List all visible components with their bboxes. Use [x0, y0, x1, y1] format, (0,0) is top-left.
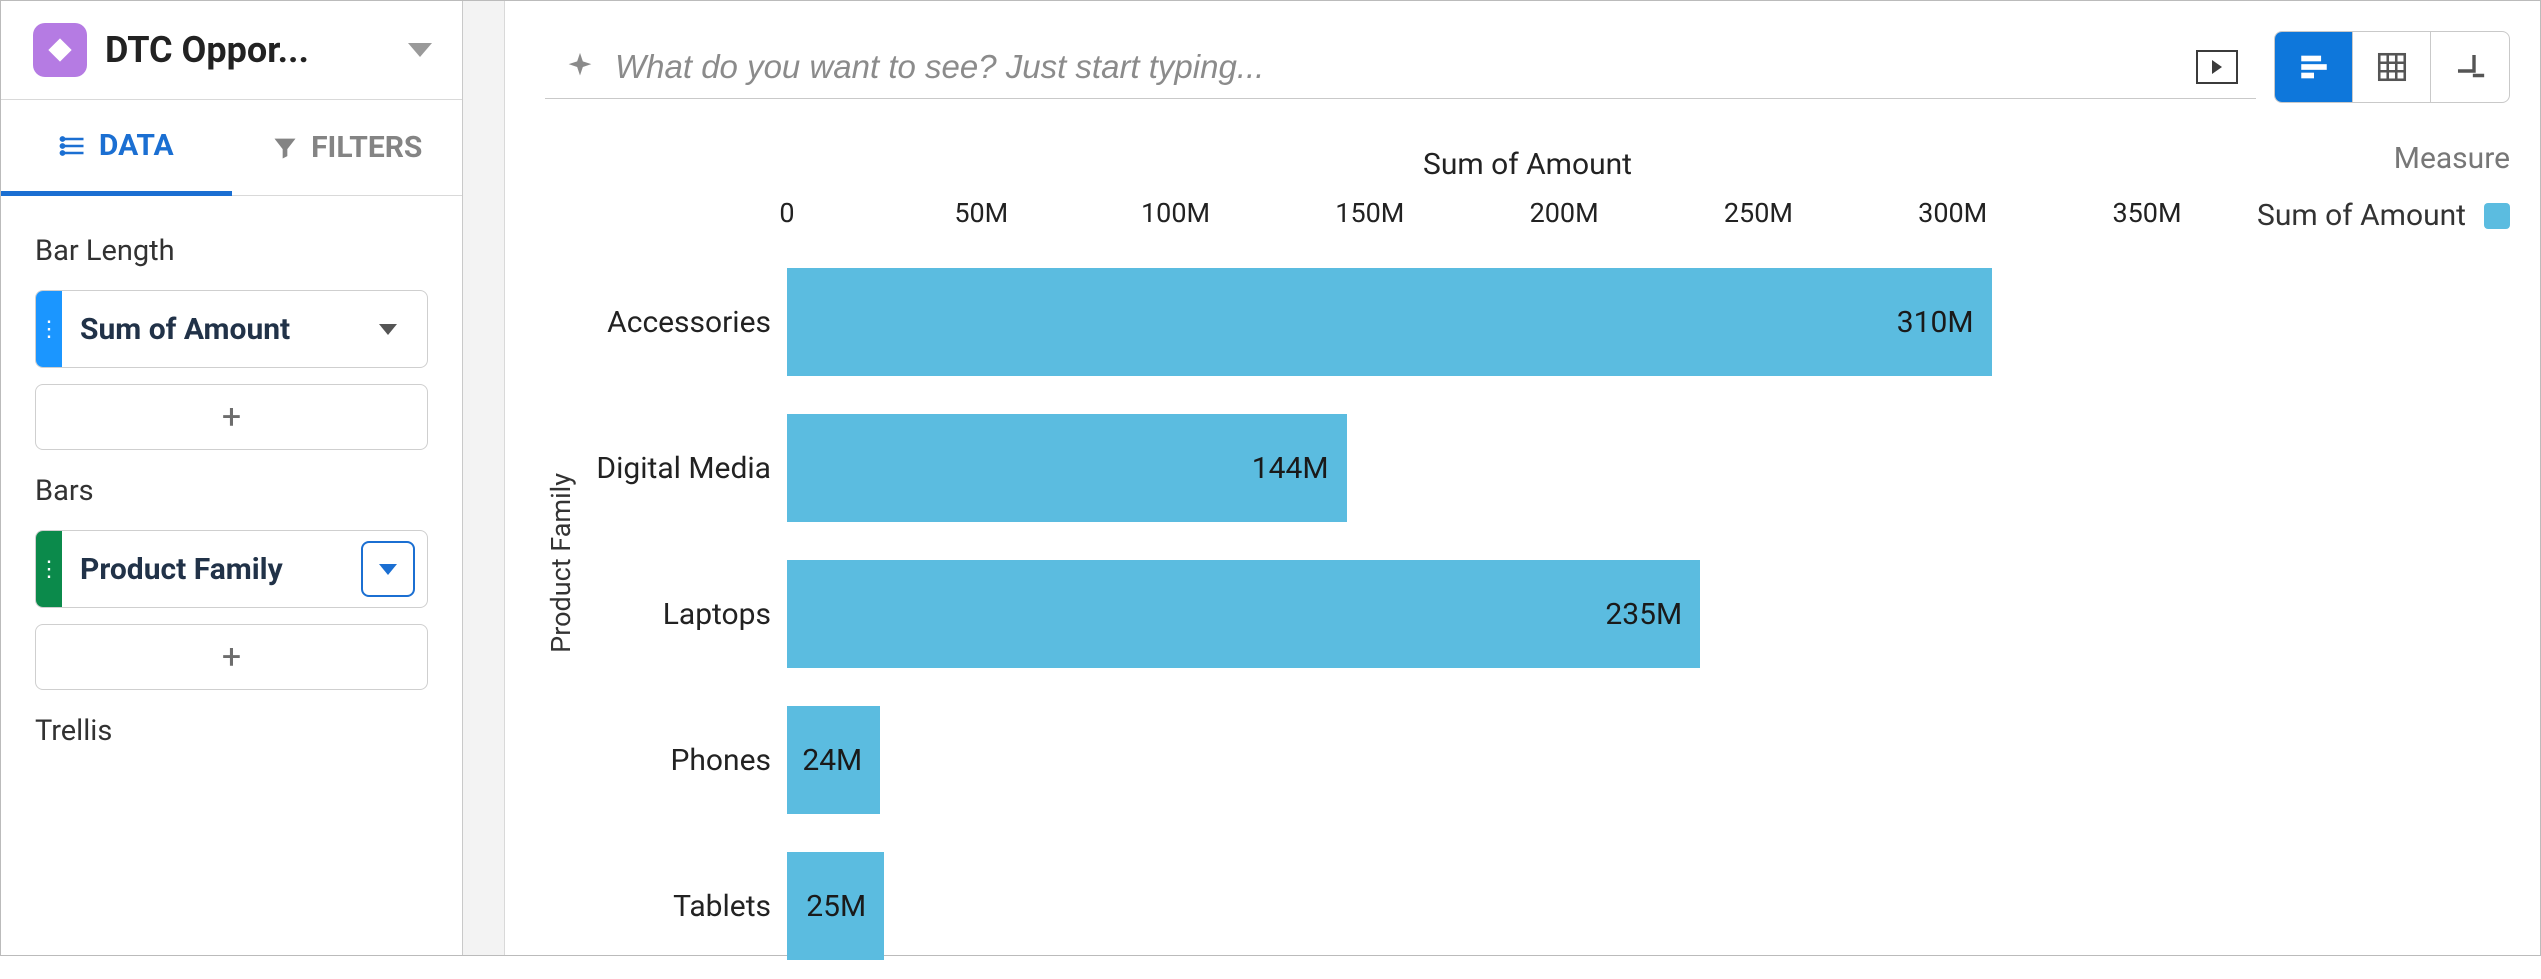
sidebar-gutter — [463, 1, 505, 955]
bar[interactable]: 24M — [787, 706, 880, 814]
bar-row: 235M — [787, 541, 2147, 687]
chart-mode-button[interactable] — [2275, 32, 2353, 102]
measure-pill-menu[interactable] — [361, 301, 415, 357]
bar-row: 25M — [787, 833, 2147, 979]
dimension-pill[interactable]: ⋮ Product Family — [35, 530, 428, 608]
x-tick: 350M — [2112, 197, 2181, 229]
category-label: Laptops — [587, 541, 787, 687]
category-axis: AccessoriesDigital MediaLaptopsPhonesTab… — [587, 147, 787, 979]
x-tick: 300M — [1918, 197, 1987, 229]
query-input[interactable] — [615, 48, 2196, 86]
bar[interactable]: 310M — [787, 268, 1992, 376]
bars-label: Bars — [35, 474, 428, 508]
x-tick: 250M — [1724, 197, 1793, 229]
tab-filters[interactable]: FILTERS — [232, 100, 463, 195]
bar[interactable]: 144M — [787, 414, 1347, 522]
chevron-down-icon — [379, 324, 397, 335]
add-dimension-button[interactable]: + — [35, 624, 428, 690]
add-measure-button[interactable]: + — [35, 384, 428, 450]
bars-container: 310M 144M 235M 24M 25M — [787, 249, 2147, 979]
category-label: Accessories — [587, 249, 787, 395]
bar-row: 24M — [787, 687, 2147, 833]
x-tick: 0 — [779, 197, 794, 229]
trellis-label: Trellis — [35, 714, 428, 748]
x-tick: 100M — [1141, 197, 1210, 229]
category-label: Digital Media — [587, 395, 787, 541]
bar-row: 144M — [787, 395, 2147, 541]
x-tick: 200M — [1530, 197, 1599, 229]
measure-pill-label: Sum of Amount — [62, 291, 361, 367]
dimension-pill-menu[interactable] — [361, 541, 415, 597]
category-label: Tablets — [587, 833, 787, 979]
dataset-title: DTC Oppor... — [105, 29, 398, 71]
plot-area: 050M100M150M200M250M300M350M 310M 144M 235… — [787, 147, 2147, 979]
main: Measure Sum of Amount Sum of Amount Prod… — [505, 1, 2540, 955]
y-axis-label: Product Family — [545, 473, 577, 653]
tab-data[interactable]: DATA — [1, 100, 232, 196]
sparkle-icon — [563, 50, 597, 84]
tab-data-label: DATA — [99, 128, 174, 163]
chevron-down-icon — [379, 564, 397, 575]
tab-filters-label: FILTERS — [311, 130, 422, 165]
chart: Sum of Amount Product Family Accessories… — [545, 147, 2510, 979]
dimension-pill-label: Product Family — [62, 531, 361, 607]
data-panel: Bar Length ⋮ Sum of Amount + Bars ⋮ Prod… — [1, 196, 462, 754]
category-label: Phones — [587, 687, 787, 833]
bar[interactable]: 25M — [787, 852, 884, 960]
x-tick: 50M — [954, 197, 1008, 229]
drag-handle-icon[interactable]: ⋮ — [36, 291, 62, 367]
x-axis-ticks: 050M100M150M200M250M300M350M — [787, 147, 2147, 197]
view-mode-group — [2274, 31, 2510, 103]
chevron-down-icon — [408, 43, 432, 57]
sidebar-tabs: DATA FILTERS — [1, 100, 462, 196]
bar-length-label: Bar Length — [35, 234, 428, 268]
query-box — [545, 35, 2256, 99]
table-mode-button[interactable] — [2353, 32, 2431, 102]
bar[interactable]: 235M — [787, 560, 1700, 668]
bar-row: 310M — [787, 249, 2147, 395]
x-tick: 150M — [1335, 197, 1404, 229]
dataset-icon — [33, 23, 87, 77]
sidebar: DTC Oppor... DATA FILTERS Bar Length — [1, 1, 463, 955]
saql-mode-button[interactable] — [2431, 32, 2509, 102]
play-icon — [2212, 60, 2222, 74]
measure-pill[interactable]: ⋮ Sum of Amount — [35, 290, 428, 368]
run-query-button[interactable] — [2196, 50, 2238, 84]
dataset-selector[interactable]: DTC Oppor... — [1, 1, 462, 100]
drag-handle-icon[interactable]: ⋮ — [36, 531, 62, 607]
